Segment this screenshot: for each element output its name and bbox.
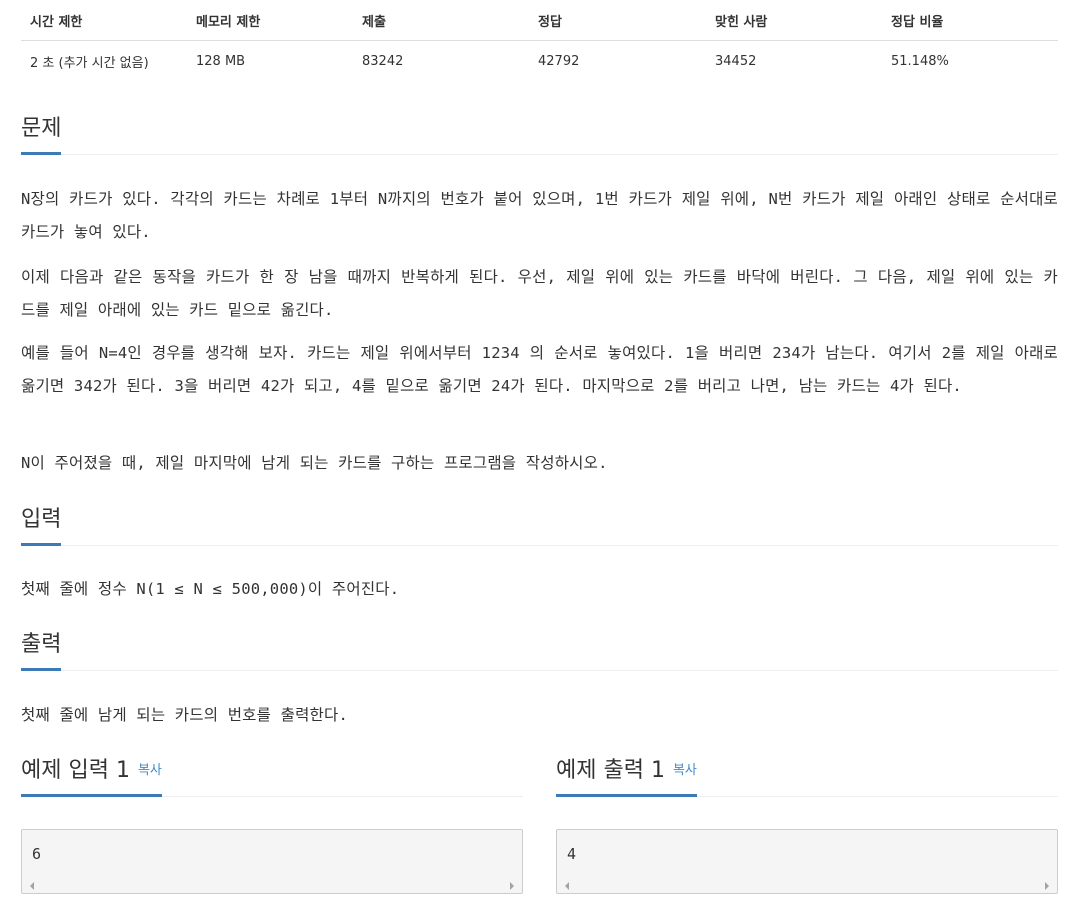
input-section-title: 입력 (21, 505, 62, 546)
problem-section-header: 문제 (21, 114, 1058, 155)
problem-paragraph-4: N이 주어졌을 때, 제일 마지막에 남게 되는 카드를 구하는 프로그램을 작… (21, 454, 608, 472)
sample-output-panel: 예제 출력 1 복사 4 (556, 756, 1058, 894)
scroll-right-icon[interactable] (510, 882, 514, 890)
header-submissions: 제출 (353, 0, 529, 41)
output-section-title: 출력 (21, 630, 62, 671)
value-memory-limit: 128 MB (196, 53, 246, 69)
problem-page: 시간 제한 메모리 제한 제출 정답 맞힌 사람 정답 비율 2 초 (추가 시… (21, 0, 1058, 894)
sample-input-value: 6 (32, 845, 42, 863)
sample-output-header: 예제 출력 1 복사 (556, 756, 1058, 797)
scroll-left-icon[interactable] (565, 882, 569, 890)
sample-output-scrollbar[interactable] (557, 878, 1057, 893)
sample-input-panel: 예제 입력 1 복사 6 (21, 756, 523, 894)
header-accepted: 정답 (529, 0, 706, 41)
problem-paragraph-1: N장의 카드가 있다. 각각의 카드는 차례로 1부터 N까지의 번호가 붙어 … (21, 190, 1058, 241)
sample-input-title: 예제 입력 1 복사 (21, 756, 162, 797)
copy-sample-input-button[interactable]: 복사 (138, 763, 162, 778)
problem-info-table: 시간 제한 메모리 제한 제출 정답 맞힌 사람 정답 비율 2 초 (추가 시… (21, 0, 1058, 81)
problem-section-title: 문제 (21, 114, 62, 155)
input-section-header: 입력 (21, 505, 1058, 546)
header-accept-ratio: 정답 비율 (882, 0, 1058, 41)
value-solved-users[interactable]: 34452 (706, 41, 882, 82)
sample-output-box[interactable]: 4 (556, 829, 1058, 894)
output-section-header: 출력 (21, 630, 1058, 671)
sample-input-box[interactable]: 6 (21, 829, 523, 894)
sample-input-title-text: 예제 입력 1 (21, 758, 130, 783)
table-row: 2 초 (추가 시간 없음) 128 MB 83242 42792 34452 … (21, 41, 1058, 82)
header-memory-limit: 메모리 제한 (187, 0, 353, 41)
sample-output-value: 4 (567, 845, 577, 863)
output-description: 첫째 줄에 남게 되는 카드의 번호를 출력한다. (21, 706, 349, 724)
header-time-limit: 시간 제한 (21, 0, 187, 41)
copy-sample-output-button[interactable]: 복사 (673, 763, 697, 778)
scroll-left-icon[interactable] (30, 882, 34, 890)
input-description: 첫째 줄에 정수 N(1 ≤ N ≤ 500,000)이 주어진다. (21, 580, 400, 598)
problem-paragraph-3: 예를 들어 N=4인 경우를 생각해 보자. 카드는 제일 위에서부터 1234… (21, 344, 1058, 395)
sample-input-scrollbar[interactable] (22, 878, 522, 893)
sample-output-title: 예제 출력 1 복사 (556, 756, 697, 797)
problem-paragraph-2: 이제 다음과 같은 동작을 카드가 한 장 남을 때까지 반복하게 된다. 우선… (21, 268, 1058, 319)
sample-input-header: 예제 입력 1 복사 (21, 756, 523, 797)
scroll-right-icon[interactable] (1045, 882, 1049, 890)
value-accepted[interactable]: 42792 (529, 41, 706, 82)
table-header-row: 시간 제한 메모리 제한 제출 정답 맞힌 사람 정답 비율 (21, 0, 1058, 41)
value-accept-ratio: 51.148% (891, 53, 949, 69)
header-solved-users: 맞힌 사람 (706, 0, 882, 41)
value-time-limit: 2 초 (추가 시간 없음) (30, 55, 149, 71)
sample-output-title-text: 예제 출력 1 (556, 758, 665, 783)
value-submissions[interactable]: 83242 (353, 41, 529, 82)
